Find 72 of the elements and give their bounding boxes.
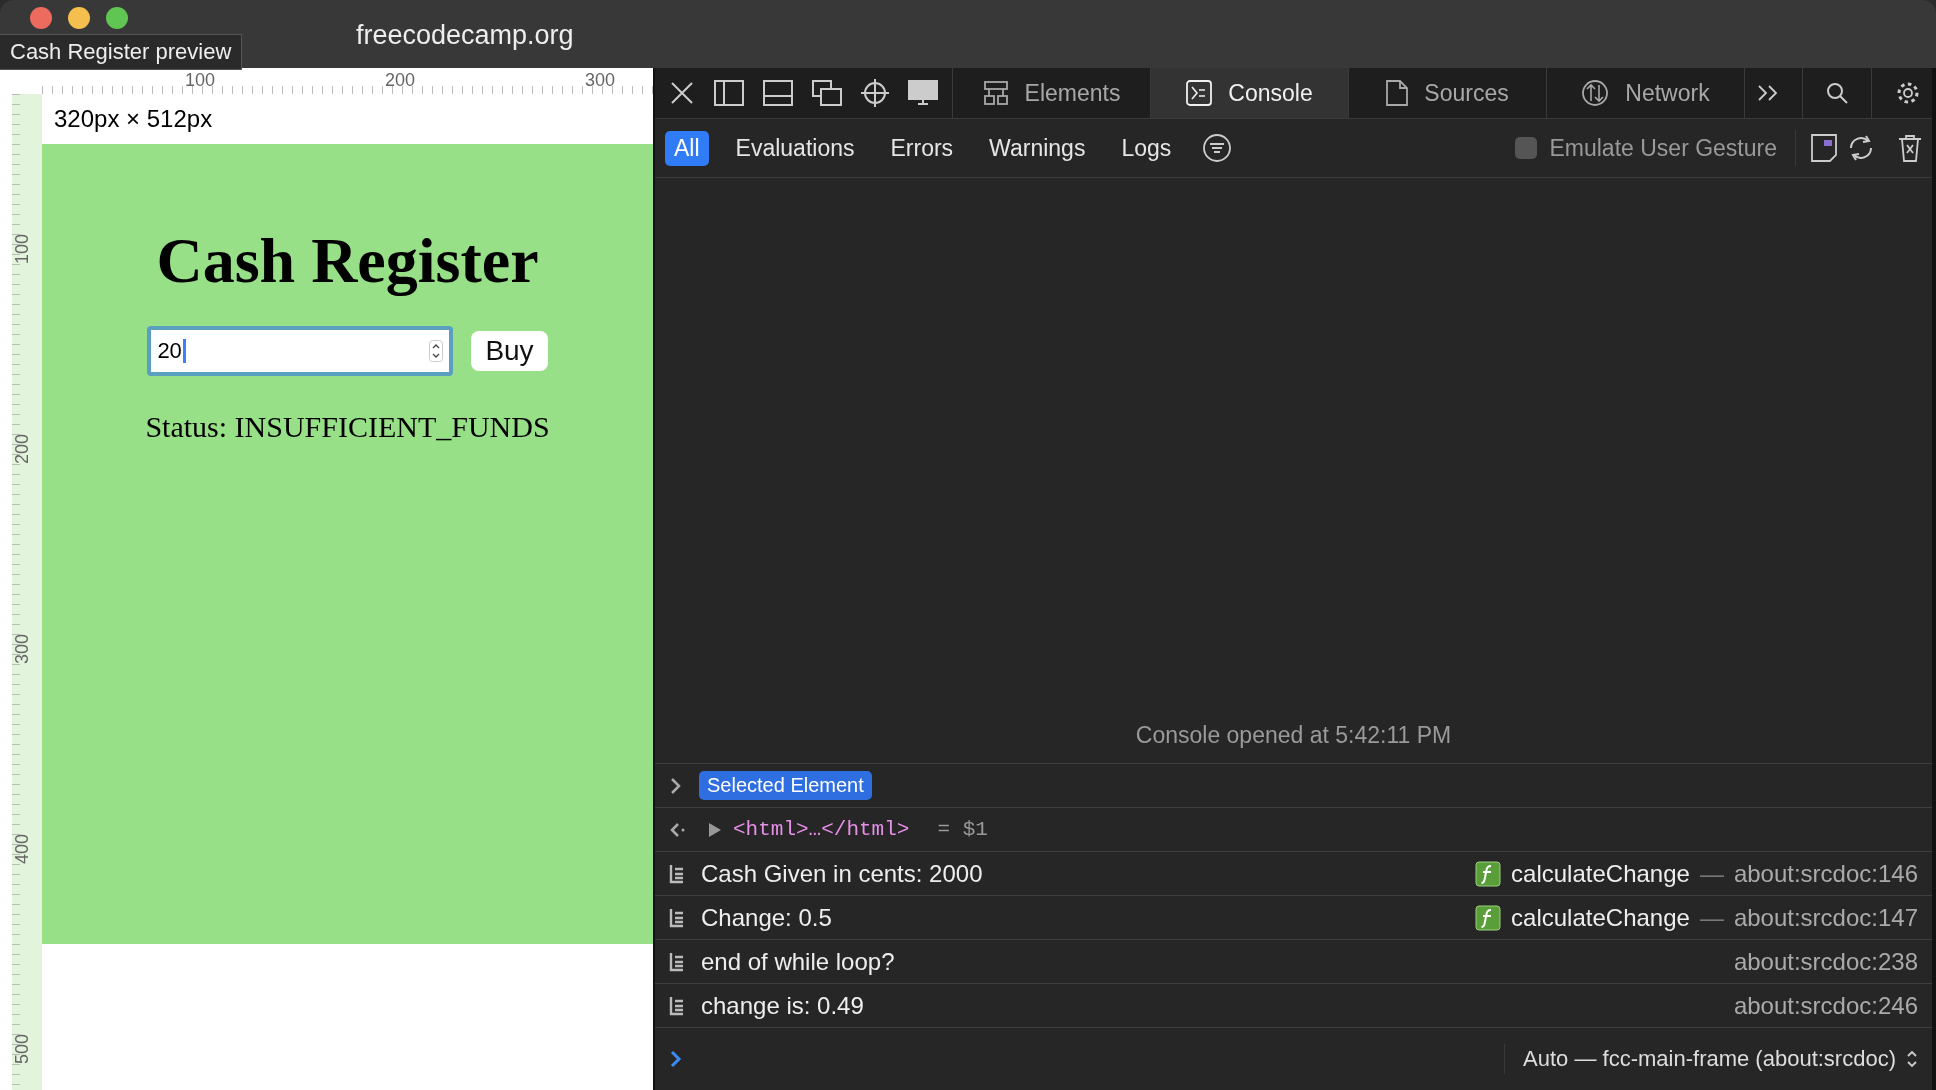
ruler-label: 100 bbox=[185, 70, 216, 91]
undock-icon[interactable] bbox=[812, 80, 842, 106]
filter-tab[interactable]: Errors bbox=[881, 130, 963, 166]
ruler-label: 300 bbox=[12, 633, 33, 664]
search-icon[interactable] bbox=[1825, 82, 1848, 104]
function-link[interactable]: calculateChange bbox=[1511, 859, 1690, 888]
ruler-label: 100 bbox=[12, 233, 33, 264]
function-icon bbox=[1475, 904, 1502, 931]
viewport-size: 320px × 512px bbox=[54, 105, 213, 133]
selected-element-badge: Selected Element bbox=[699, 771, 872, 800]
cash-input-field[interactable]: 20 bbox=[147, 326, 454, 376]
prompt-icon bbox=[669, 1049, 683, 1069]
window-title: freecodecamp.org bbox=[356, 20, 574, 51]
checkbox-label: Emulate User Gesture bbox=[1549, 134, 1777, 162]
ruler-label: 500 bbox=[12, 1033, 33, 1064]
context-selector[interactable]: Auto — fcc-main-frame (about:srcdoc) bbox=[1523, 1046, 1896, 1072]
close-window-button[interactable] bbox=[30, 7, 52, 29]
dock-bottom-icon[interactable] bbox=[763, 80, 793, 106]
stepper-icon[interactable] bbox=[429, 340, 444, 362]
source-link[interactable]: about:srcdoc:238 bbox=[1733, 947, 1918, 976]
minimize-window-button[interactable] bbox=[68, 7, 90, 29]
tab[interactable]: Network bbox=[1547, 68, 1745, 118]
log-icon bbox=[669, 995, 685, 1016]
disclosure-triangle-icon[interactable] bbox=[707, 820, 723, 839]
dock-left-icon[interactable] bbox=[714, 80, 744, 106]
function-icon bbox=[1475, 860, 1502, 887]
source-link[interactable]: about:srcdoc:246 bbox=[1733, 991, 1918, 1020]
trash-icon[interactable] bbox=[1898, 134, 1922, 162]
tooltip: Cash Register preview bbox=[0, 34, 243, 70]
log-message: Cash Given in cents: 2000 bbox=[701, 859, 983, 888]
close-icon[interactable] bbox=[669, 80, 695, 106]
checkbox[interactable] bbox=[1515, 137, 1538, 159]
html-node[interactable]: <html>…</html> bbox=[733, 818, 910, 841]
log-icon bbox=[669, 951, 685, 972]
result-arrow-icon bbox=[669, 820, 687, 839]
more-tabs-icon[interactable] bbox=[1756, 84, 1779, 102]
log-icon bbox=[669, 863, 685, 884]
js-snippet-icon[interactable] bbox=[1810, 133, 1838, 163]
hierarchy-icon bbox=[982, 80, 1009, 106]
filter-tab[interactable]: All bbox=[665, 130, 709, 166]
zoom-window-button[interactable] bbox=[106, 7, 128, 29]
ruler-label: 300 bbox=[585, 70, 616, 91]
tab[interactable]: Console bbox=[1151, 68, 1349, 118]
network-icon bbox=[1581, 79, 1610, 107]
ruler-label: 200 bbox=[12, 433, 33, 464]
ruler-label: 200 bbox=[385, 70, 416, 91]
separator-dash: — bbox=[1699, 859, 1724, 888]
filter-tab[interactable]: Evaluations bbox=[726, 130, 864, 166]
log-icon bbox=[669, 907, 685, 928]
filter-tab[interactable]: Logs bbox=[1112, 130, 1181, 166]
console-opened-text: Console opened at 5:42:11 PM bbox=[1135, 722, 1452, 749]
source-link[interactable]: about:srcdoc:146 bbox=[1733, 859, 1918, 888]
filter-icon[interactable] bbox=[1202, 133, 1233, 163]
log-message: Change: 0.5 bbox=[701, 903, 832, 932]
filter-tab[interactable]: Warnings bbox=[980, 130, 1095, 166]
buy-button[interactable]: Buy bbox=[471, 331, 548, 371]
tab[interactable]: Sources bbox=[1349, 68, 1547, 118]
separator-dash: — bbox=[1699, 903, 1724, 932]
chevron-icon[interactable] bbox=[669, 776, 683, 795]
page-heading: Cash Register bbox=[156, 224, 539, 298]
crosshair-icon[interactable] bbox=[861, 79, 889, 107]
log-message: change is: 0.49 bbox=[701, 991, 864, 1020]
console-icon bbox=[1186, 80, 1213, 106]
monitor-icon[interactable] bbox=[908, 80, 938, 106]
log-message: end of while loop? bbox=[701, 947, 895, 976]
function-link[interactable]: calculateChange bbox=[1511, 903, 1690, 932]
status-text: Status: INSUFFICIENT_FUNDS bbox=[145, 410, 550, 444]
source-link[interactable]: about:srcdoc:147 bbox=[1733, 903, 1918, 932]
result-reference: = $1 bbox=[937, 818, 988, 841]
ruler-label: 400 bbox=[12, 833, 33, 864]
updown-icon[interactable] bbox=[1906, 1048, 1918, 1070]
document-icon bbox=[1386, 80, 1409, 106]
